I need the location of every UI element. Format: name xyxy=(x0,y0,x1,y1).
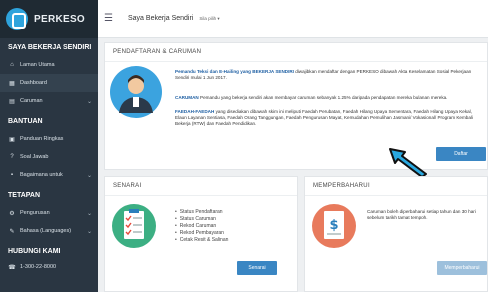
registration-panel: PENDAFTARAN & CARUMAN Pemandu Teksi dan … xyxy=(104,42,488,170)
sidebar-item-label: Bagaimana untuk xyxy=(20,172,63,178)
sidebar-item-label: Soal Jawab xyxy=(20,154,49,160)
senarai-list: Status Pendaftaran Status Caruman Rekod … xyxy=(175,209,229,244)
gear-icon: ⚙ xyxy=(9,210,15,217)
registration-para-1: Pemandu Teksi dan E-Hailing yang BEKERJA… xyxy=(175,69,472,80)
contribution-icon: ▤ xyxy=(9,98,15,105)
sidebar-item-label: Bahasa (Languages) xyxy=(20,228,72,234)
chevron-down-icon: ⌄ xyxy=(86,210,92,217)
memperbaharui-text: Caruman boleh diperbaharui setiap tahun … xyxy=(367,209,476,220)
sidebar-item-dashboard[interactable]: ▦ Dashboard xyxy=(0,74,98,92)
sidebar-item-pengurusan[interactable]: ⚙ Pengurusan ⌄ xyxy=(0,204,98,222)
page-title: Saya Bekerja Sendiri xyxy=(128,15,194,22)
panel-title: MEMPERBAHARUI xyxy=(305,177,487,196)
list-item[interactable]: Status Pendaftaran xyxy=(175,209,228,216)
chevron-down-icon: ⌄ xyxy=(86,172,92,179)
driver-avatar-icon xyxy=(110,66,162,118)
invoice-dollar-icon: $ xyxy=(312,204,356,248)
sidebar-section-title: HUBUNGI KAMI xyxy=(8,248,61,255)
chevron-down-icon: ⌄ xyxy=(86,228,92,235)
pointer-arrow-icon xyxy=(389,148,427,176)
sidebar-item-label: Panduan Ringkas xyxy=(20,136,64,142)
phone-number: 1-300-22-8000 xyxy=(20,264,57,270)
sidebar-section-title: SAYA BEKERJA SENDIRI xyxy=(8,44,92,51)
sidebar-section-title: TETAPAN xyxy=(8,192,41,199)
logo[interactable]: PERKESO xyxy=(0,0,98,38)
list-item[interactable]: Cetak Resit & Salinan xyxy=(175,237,229,244)
panel-title: SENARAI xyxy=(105,177,297,196)
language-icon: ✎ xyxy=(9,228,15,235)
svg-text:$: $ xyxy=(329,218,338,233)
home-icon: ⌂ xyxy=(10,62,14,68)
sidebar-item-label: Caruman xyxy=(20,98,43,104)
question-icon: ? xyxy=(10,154,14,160)
sidebar-item-laman-utama[interactable]: ⌂ Laman Utama xyxy=(0,56,98,74)
sidebar-item-bagaimana[interactable]: ▪ Bagaimana untuk ⌄ xyxy=(0,166,98,184)
list-item[interactable]: Status Caruman xyxy=(175,216,228,223)
checklist-icon xyxy=(112,204,156,248)
sidebar-item-label: Pengurusan xyxy=(20,210,50,216)
panel-title: PENDAFTARAN & CARUMAN xyxy=(105,43,487,62)
sidebar-item-label: Laman Utama xyxy=(20,62,55,68)
chevron-down-icon: ⌄ xyxy=(86,98,92,105)
header-dropdown[interactable]: Sila pilih ▾ xyxy=(199,16,219,22)
hamburger-menu-icon[interactable]: ☰ xyxy=(104,13,118,24)
phone-icon: ☎ xyxy=(8,264,16,271)
perkeso-logo-icon xyxy=(6,8,28,30)
brand-name: PERKESO xyxy=(34,13,86,25)
sidebar: PERKESO SAYA BEKERJA SENDIRI ⌂ Laman Uta… xyxy=(0,0,98,292)
dashboard-icon: ▦ xyxy=(9,80,15,87)
howto-icon: ▪ xyxy=(10,172,14,178)
senarai-panel: SENARAI Status Pendaftaran Status Caruma… xyxy=(104,176,298,292)
sidebar-item-caruman[interactable]: ▤ Caruman ⌄ xyxy=(0,92,98,110)
daftar-button[interactable]: Daftar xyxy=(436,147,486,161)
senarai-button[interactable]: Senarai xyxy=(237,261,277,275)
registration-para-3: FAEDAH-FAEDAH yang disediakan dibawah sk… xyxy=(175,109,473,126)
list-item[interactable]: Rekod Caruman xyxy=(175,223,228,230)
guide-icon: ▣ xyxy=(9,136,15,143)
list-item[interactable]: Rekod Pembayaran xyxy=(175,230,228,237)
sidebar-item-label: Dashboard xyxy=(20,80,47,86)
sidebar-item-soal-jawab[interactable]: ? Soal Jawab xyxy=(0,148,98,166)
sidebar-item-panduan[interactable]: ▣ Panduan Ringkas xyxy=(0,130,98,148)
top-bar: ☰ Saya Bekerja Sendiri Sila pilih ▾ xyxy=(98,0,488,38)
memperbaharui-button[interactable]: Memperbaharui xyxy=(437,261,487,275)
memperbaharui-panel: MEMPERBAHARUI $ Caruman boleh diperbahar… xyxy=(304,176,488,292)
sidebar-item-phone[interactable]: ☎ 1-300-22-8000 xyxy=(0,260,98,274)
sidebar-section-title: BANTUAN xyxy=(8,118,43,125)
registration-para-2: CARUMAN Pemandu yang bekerja sendiri aka… xyxy=(175,95,448,100)
sidebar-item-bahasa[interactable]: ✎ Bahasa (Languages) ⌄ xyxy=(0,222,98,240)
